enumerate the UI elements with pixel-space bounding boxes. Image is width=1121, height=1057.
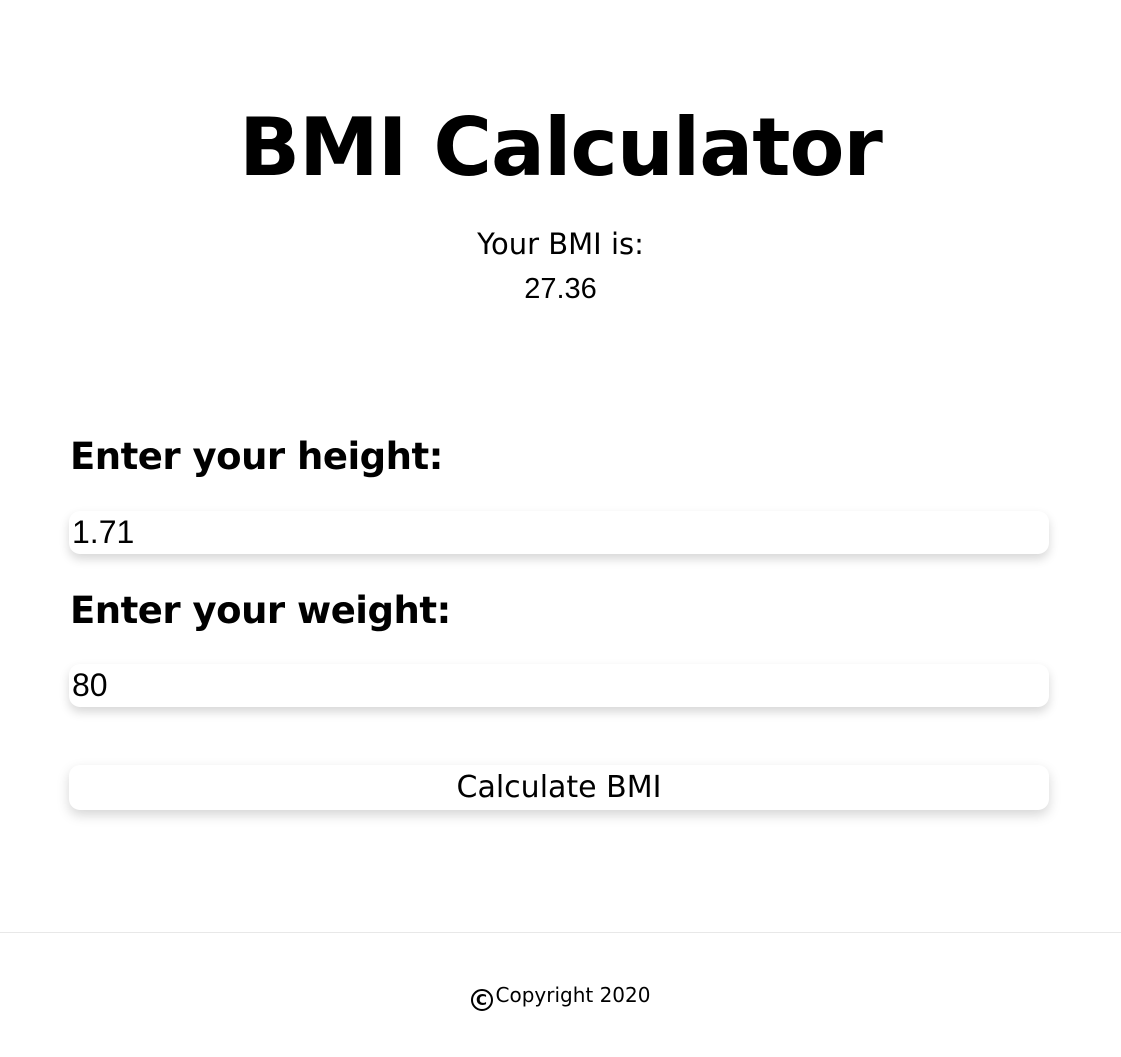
footer-divider: [0, 932, 1121, 933]
copyright-icon: C: [470, 989, 493, 1011]
footer: C Copyright 2020: [0, 980, 1121, 1011]
height-label: Enter your height:: [70, 435, 443, 478]
calculate-bmi-button[interactable]: Calculate BMI: [69, 765, 1049, 810]
bmi-result-label: Your BMI is:: [477, 227, 644, 261]
page-title: BMI Calculator: [239, 101, 883, 194]
height-input[interactable]: [69, 511, 1049, 554]
copyright-text: Copyright 2020: [495, 983, 651, 1007]
bmi-result-value: 27.36: [524, 273, 597, 305]
weight-label: Enter your weight:: [70, 589, 451, 632]
bmi-calculator-page: BMI Calculator Your BMI is: 27.36 Enter …: [0, 0, 1121, 1057]
weight-input[interactable]: [69, 664, 1049, 707]
